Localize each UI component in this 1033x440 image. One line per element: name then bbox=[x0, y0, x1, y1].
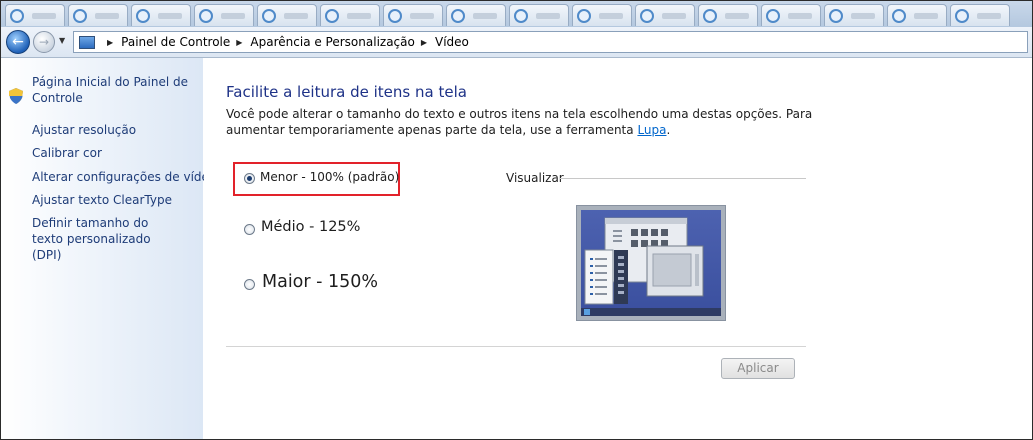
browser-tab[interactable] bbox=[572, 4, 632, 26]
tab-title-placeholder bbox=[536, 12, 560, 19]
browser-tab[interactable] bbox=[950, 4, 1010, 26]
tab-title-placeholder bbox=[221, 12, 245, 19]
description: Você pode alterar o tamanho do texto e o… bbox=[226, 106, 826, 138]
sidebar-item-cleartype[interactable]: Ajustar texto ClearType bbox=[32, 192, 172, 208]
footer-divider bbox=[226, 346, 806, 347]
tab-title-placeholder bbox=[95, 12, 119, 19]
browser-tab[interactable] bbox=[446, 4, 506, 26]
radio-smaller[interactable] bbox=[244, 173, 255, 184]
tab-title-placeholder bbox=[662, 12, 686, 19]
tab-favicon-icon bbox=[325, 8, 339, 23]
tab-title-placeholder bbox=[977, 12, 1001, 19]
browser-tab[interactable] bbox=[824, 4, 884, 26]
page-title: Facilite a leitura de itens na tela bbox=[226, 83, 467, 101]
sidebar-item-home[interactable]: Página Inicial do Painel de Controle bbox=[32, 74, 192, 106]
chevron-right-icon[interactable]: ▶ bbox=[236, 38, 242, 47]
tab-title-placeholder bbox=[347, 12, 371, 19]
back-button[interactable]: ← bbox=[6, 30, 30, 54]
browser-tab[interactable] bbox=[761, 4, 821, 26]
forward-button[interactable]: → bbox=[33, 31, 55, 53]
description-end: . bbox=[666, 123, 671, 137]
tab-favicon-icon bbox=[766, 8, 780, 23]
tab-list bbox=[1, 4, 1010, 27]
tab-title-placeholder bbox=[725, 12, 749, 19]
shield-icon bbox=[9, 88, 23, 104]
tab-favicon-icon bbox=[577, 8, 591, 23]
browser-tab[interactable] bbox=[887, 4, 947, 26]
option-larger-label[interactable]: Maior - 150% bbox=[262, 272, 378, 292]
option-smaller-label[interactable]: Menor - 100% (padrão) bbox=[260, 170, 399, 184]
tab-favicon-icon bbox=[955, 8, 969, 23]
sidebar-item-calibrate-color[interactable]: Calibrar cor bbox=[32, 145, 102, 161]
browser-tab[interactable] bbox=[5, 4, 65, 26]
browser-tab[interactable] bbox=[68, 4, 128, 26]
magnifier-link[interactable]: Lupa bbox=[637, 123, 666, 137]
apply-button[interactable]: Aplicar bbox=[721, 358, 795, 379]
browser-tab[interactable] bbox=[635, 4, 695, 26]
breadcrumb-item-painel[interactable]: Painel de Controle bbox=[121, 35, 230, 49]
tab-favicon-icon bbox=[136, 8, 150, 23]
description-text: Você pode alterar o tamanho do texto e o… bbox=[226, 107, 813, 137]
browser-tab[interactable] bbox=[194, 4, 254, 26]
tab-favicon-icon bbox=[703, 8, 717, 23]
control-panel-icon bbox=[79, 35, 95, 49]
option-medium-label[interactable]: Médio - 125% bbox=[261, 219, 360, 235]
address-bar[interactable]: ▶ Painel de Controle ▶ Aparência e Perso… bbox=[73, 31, 1028, 53]
tab-favicon-icon bbox=[640, 8, 654, 23]
tab-favicon-icon bbox=[892, 8, 906, 23]
browser-tab[interactable] bbox=[257, 4, 317, 26]
tab-title-placeholder bbox=[158, 12, 182, 19]
sidebar-item-resolution[interactable]: Ajustar resolução bbox=[32, 122, 136, 138]
browser-tab[interactable] bbox=[698, 4, 758, 26]
radio-larger[interactable] bbox=[244, 279, 255, 290]
tab-title-placeholder bbox=[410, 12, 434, 19]
breadcrumb-item-aparencia[interactable]: Aparência e Personalização bbox=[250, 35, 414, 49]
history-dropdown-icon[interactable]: ▼ bbox=[59, 36, 65, 45]
preview-image bbox=[576, 205, 726, 321]
preview-divider bbox=[560, 178, 806, 179]
browser-tab[interactable] bbox=[320, 4, 380, 26]
tab-favicon-icon bbox=[451, 8, 465, 23]
tab-title-placeholder bbox=[599, 12, 623, 19]
preview-label: Visualizar bbox=[506, 171, 564, 185]
preview-screen bbox=[581, 210, 721, 316]
window: ← → ▼ ▶ Painel de Controle ▶ Aparência e… bbox=[0, 0, 1033, 440]
navigation-bar: ← → ▼ ▶ Painel de Controle ▶ Aparência e… bbox=[1, 27, 1032, 58]
tab-favicon-icon bbox=[514, 8, 528, 23]
tab-title-placeholder bbox=[851, 12, 875, 19]
tab-title-placeholder bbox=[32, 12, 56, 19]
tab-favicon-icon bbox=[829, 8, 843, 23]
tab-title-placeholder bbox=[914, 12, 938, 19]
tab-favicon-icon bbox=[388, 8, 402, 23]
preview-windows-icon bbox=[581, 217, 721, 316]
tab-favicon-icon bbox=[262, 8, 276, 23]
browser-tab[interactable] bbox=[131, 4, 191, 26]
radio-medium[interactable] bbox=[244, 224, 255, 235]
tab-title-placeholder bbox=[473, 12, 497, 19]
tab-title-placeholder bbox=[284, 12, 308, 19]
sidebar-item-dpi[interactable]: Definir tamanho do texto personalizado (… bbox=[32, 215, 182, 263]
chevron-right-icon[interactable]: ▶ bbox=[107, 38, 113, 47]
breadcrumb-item-video[interactable]: Vídeo bbox=[435, 35, 469, 49]
chevron-right-icon[interactable]: ▶ bbox=[421, 38, 427, 47]
breadcrumb: ▶ Painel de Controle ▶ Aparência e Perso… bbox=[101, 35, 469, 49]
sidebar-item-display-settings[interactable]: Alterar configurações de vídeo bbox=[32, 169, 216, 185]
tab-favicon-icon bbox=[10, 8, 24, 23]
tab-title-placeholder bbox=[788, 12, 812, 19]
tab-favicon-icon bbox=[73, 8, 87, 23]
browser-tab[interactable] bbox=[509, 4, 569, 26]
browser-tab[interactable] bbox=[383, 4, 443, 26]
tab-favicon-icon bbox=[199, 8, 213, 23]
taskbar-tab-strip bbox=[1, 1, 1032, 27]
